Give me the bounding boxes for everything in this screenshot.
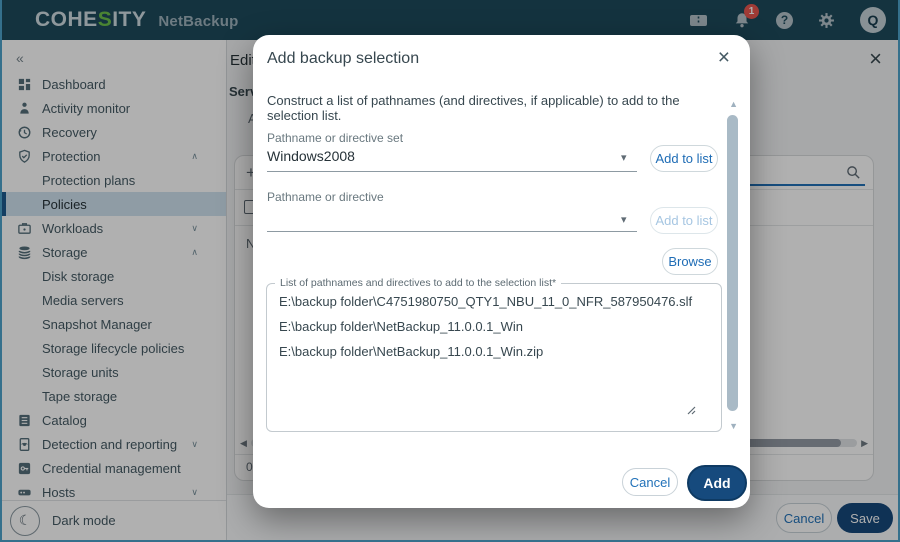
close-icon[interactable]: × [718, 47, 730, 68]
resize-handle-icon[interactable] [686, 403, 697, 421]
selection-list-legend: List of pathnames and directives to add … [275, 277, 561, 289]
path-item: E:\backup folder\NetBackup_11.0.0.1_Win [267, 314, 721, 339]
browse-button[interactable]: Browse [662, 248, 718, 275]
pathname-set-label: Pathname or directive set [267, 131, 403, 145]
pathname-set-value: Windows2008 [267, 148, 355, 164]
pathname-set-select[interactable] [267, 171, 637, 172]
add-to-list-button-disabled[interactable]: Add to list [650, 207, 718, 234]
path-item: E:\backup folder\C4751980750_QTY1_NBU_11… [267, 289, 721, 314]
modal-scrollbar-thumb[interactable] [727, 115, 738, 411]
selection-list-box[interactable]: List of pathnames and directives to add … [266, 277, 722, 432]
dialog-title: Add backup selection [267, 50, 419, 68]
path-item: E:\backup folder\NetBackup_11.0.0.1_Win.… [267, 339, 721, 364]
dialog-cancel-button[interactable]: Cancel [622, 468, 678, 496]
pathname-directive-label: Pathname or directive [267, 190, 384, 204]
dropdown-caret-icon[interactable]: ▾ [621, 213, 627, 226]
dialog-description: Construct a list of pathnames (and direc… [267, 93, 711, 123]
dropdown-caret-icon[interactable]: ▾ [621, 151, 627, 164]
app-window: COHESITYNetBackup 1 ? Q « Dashboard [0, 0, 900, 542]
modal-scroll-up-icon[interactable]: ▲ [729, 99, 738, 109]
modal-scroll-down-icon[interactable]: ▼ [729, 421, 738, 431]
add-to-list-button[interactable]: Add to list [650, 145, 718, 172]
add-backup-selection-dialog: Add backup selection × Construct a list … [253, 35, 750, 508]
pathname-directive-select[interactable] [267, 231, 637, 232]
dialog-add-button[interactable]: Add [687, 465, 747, 501]
